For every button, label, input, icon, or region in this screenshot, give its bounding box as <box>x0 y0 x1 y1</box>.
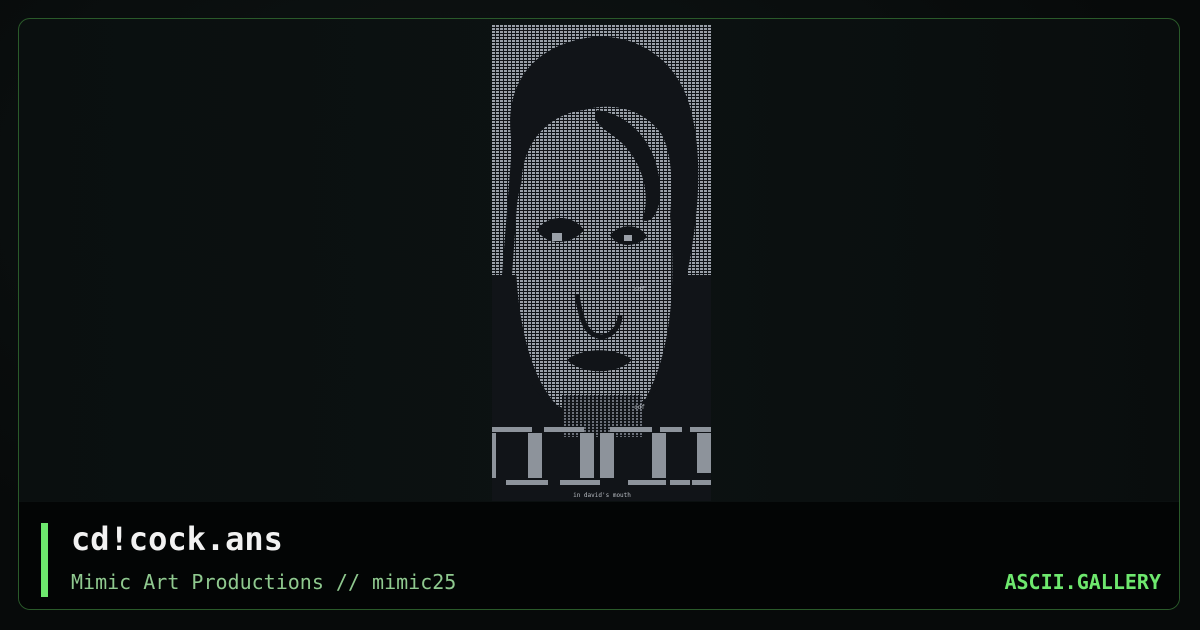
accent-bar <box>41 523 48 597</box>
ascii-art-face-icon: cdf cdf in david's mouth <box>492 25 711 499</box>
svg-text:cdf: cdf <box>634 404 645 411</box>
artwork-author[interactable]: Mimic Art Productions // mimic25 <box>71 570 456 594</box>
artwork-title[interactable]: cd!cock.ans <box>71 520 283 558</box>
ascii-artwork: cdf cdf in david's mouth <box>492 25 711 501</box>
caption-bar: cd!cock.ans Mimic Art Productions // mim… <box>19 501 1179 609</box>
art-tag: cdf <box>634 286 645 293</box>
page: cdf cdf in david's mouth cd!cock.ans Mim… <box>0 0 1200 630</box>
site-brand[interactable]: ASCII.GALLERY <box>1004 570 1161 594</box>
art-footer-text: in david's mouth <box>573 492 631 499</box>
preview-card[interactable]: cdf cdf in david's mouth cd!cock.ans Mim… <box>18 18 1180 610</box>
